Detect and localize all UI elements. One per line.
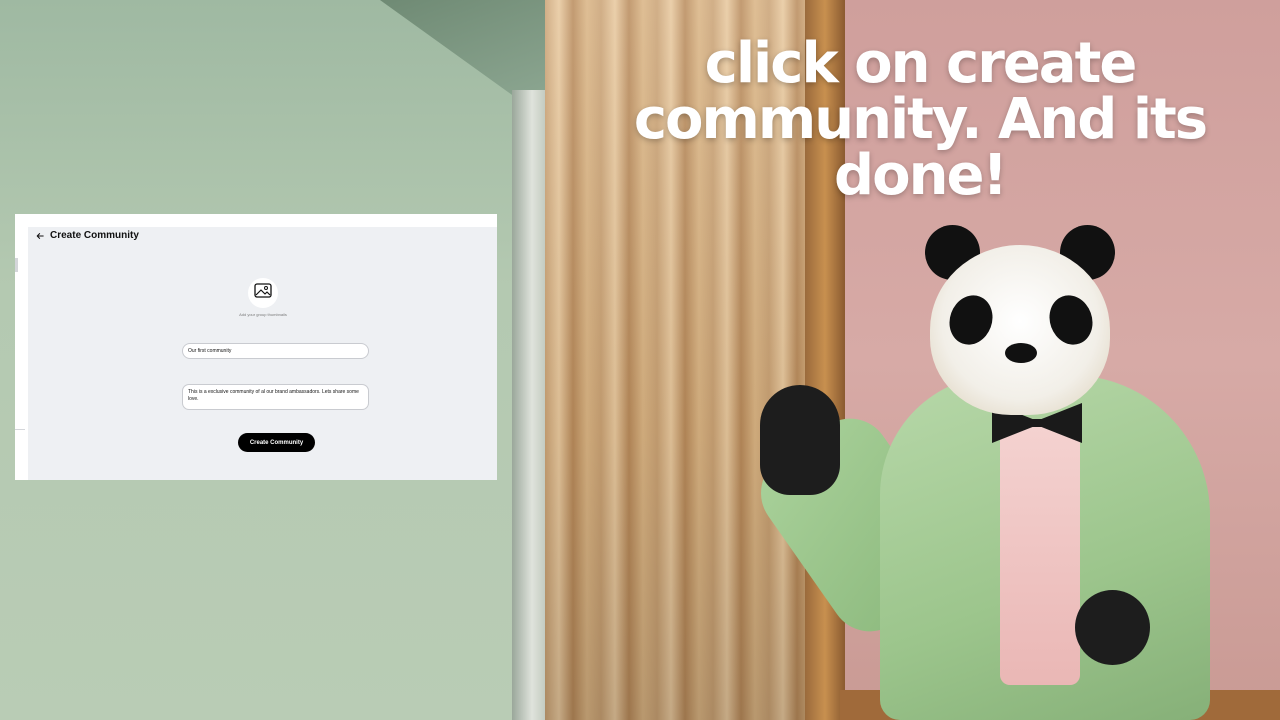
thumbnail-upload-button[interactable] (248, 278, 278, 308)
thumbnail-hint: Add your group thumbnails (239, 312, 287, 317)
panel-header: Create Community (35, 230, 139, 241)
community-name-input[interactable]: Our first community (182, 343, 369, 359)
panda-paw-raised (760, 385, 840, 495)
video-frame: click on create community. And its done!… (0, 0, 1280, 720)
panda-presenter (745, 225, 1240, 720)
embedded-screenshot: Create Community Add your group thumbnai… (15, 214, 497, 480)
divider (15, 429, 25, 430)
create-community-panel: Create Community Add your group thumbnai… (28, 227, 497, 480)
community-description-input[interactable]: This is a exclusive community of al our … (182, 384, 369, 410)
caption-text: click on create community. And its done! (633, 31, 1208, 208)
arrow-left-icon[interactable] (35, 231, 45, 241)
image-icon (254, 283, 272, 303)
panda-vest (1000, 425, 1080, 685)
divider (15, 258, 18, 272)
panda-paw (1075, 590, 1150, 665)
panda-nose (1005, 343, 1037, 363)
create-community-button[interactable]: Create Community (238, 433, 315, 452)
page-title: Create Community (50, 230, 139, 241)
